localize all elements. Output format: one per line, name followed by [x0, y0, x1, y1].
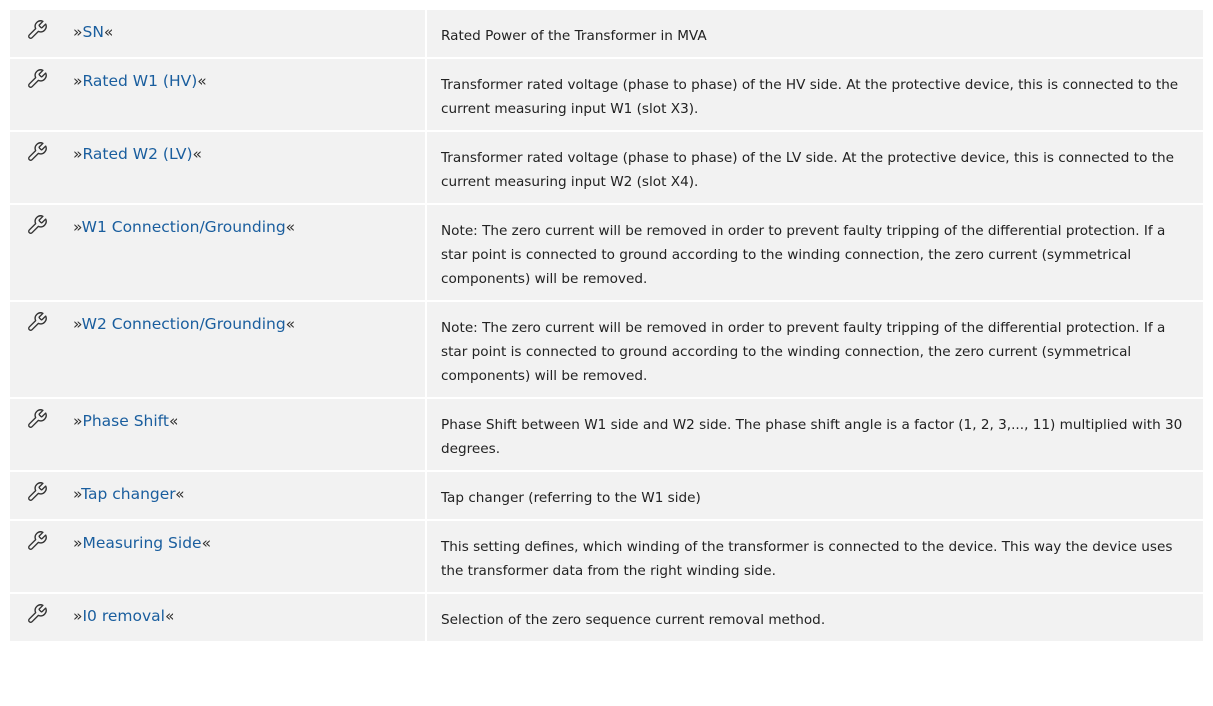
guillemet-close: « [103, 23, 114, 41]
parameter-description: This setting defines, which winding of t… [441, 539, 1173, 579]
table-row: »Rated W1 (HV)« Transformer rated voltag… [10, 59, 1203, 130]
description-cell: Phase Shift between W1 side and W2 side.… [427, 399, 1203, 470]
icon-cell [10, 472, 64, 519]
parameter-name: »Rated W1 (HV)« [64, 59, 425, 91]
parameter-description: Note: The zero current will be removed i… [441, 320, 1166, 384]
guillemet-open: » [73, 485, 82, 503]
table-row: »Tap changer« Tap changer (referring to … [10, 472, 1203, 519]
guillemet-open: » [73, 218, 82, 236]
guillemet-close: « [164, 607, 175, 625]
description-cell: Rated Power of the Transformer in MVA [427, 10, 1203, 57]
parameter-link[interactable]: SN [82, 23, 103, 41]
parameter-description: Note: The zero current will be removed i… [441, 223, 1166, 287]
parameter-name-cell: »Rated W2 (LV)« [64, 132, 427, 203]
parameter-name-cell: »Phase Shift« [64, 399, 427, 470]
parameter-name-cell: »W1 Connection/Grounding« [64, 205, 427, 300]
parameter-link[interactable]: W1 Connection/Grounding [82, 218, 286, 236]
guillemet-close: « [175, 485, 185, 503]
parameter-link[interactable]: I0 removal [82, 607, 165, 625]
parameter-link[interactable]: Tap changer [81, 485, 175, 503]
parameter-name-cell: »SN« [64, 10, 427, 57]
parameter-name-cell: »Tap changer« [64, 472, 427, 519]
parameter-name: »Measuring Side« [64, 521, 425, 553]
table-row: »W2 Connection/Grounding« Note: The zero… [10, 302, 1203, 397]
guillemet-close: « [192, 145, 203, 163]
parameter-name: »Tap changer« [64, 472, 425, 504]
description-cell: Note: The zero current will be removed i… [427, 205, 1203, 300]
parameter-name: »SN« [64, 10, 425, 42]
parameter-name-cell: »Measuring Side« [64, 521, 427, 592]
wrench-icon [26, 530, 48, 552]
parameter-name-cell: »W2 Connection/Grounding« [64, 302, 427, 397]
parameter-name: »W2 Connection/Grounding« [64, 302, 425, 334]
icon-cell [10, 302, 64, 397]
guillemet-close: « [197, 72, 207, 90]
icon-cell [10, 205, 64, 300]
parameter-name-cell: »I0 removal« [64, 594, 427, 641]
parameter-name: »Phase Shift« [64, 399, 425, 431]
table-row: »I0 removal« Selection of the zero seque… [10, 594, 1203, 641]
icon-cell [10, 594, 64, 641]
description-cell: Transformer rated voltage (phase to phas… [427, 132, 1203, 203]
parameter-link[interactable]: Rated W2 (LV) [82, 145, 192, 163]
icon-cell [10, 399, 64, 470]
parameter-description: Rated Power of the Transformer in MVA [441, 28, 707, 44]
wrench-icon [26, 68, 48, 90]
parameter-link[interactable]: Phase Shift [82, 412, 168, 430]
guillemet-close: « [285, 315, 296, 333]
guillemet-close: « [285, 218, 296, 236]
parameter-description: Transformer rated voltage (phase to phas… [441, 77, 1179, 117]
parameter-description: Phase Shift between W1 side and W2 side.… [441, 417, 1183, 457]
description-cell: Note: The zero current will be removed i… [427, 302, 1203, 397]
parameter-table-body: »SN« Rated Power of the Transformer in M… [10, 10, 1203, 641]
icon-cell [10, 521, 64, 592]
description-cell: Tap changer (referring to the W1 side) [427, 472, 1203, 519]
parameter-link[interactable]: Rated W1 (HV) [82, 72, 197, 90]
guillemet-open: » [73, 315, 82, 333]
wrench-icon [26, 603, 48, 625]
parameter-description: Selection of the zero sequence current r… [441, 612, 826, 628]
wrench-icon [26, 19, 48, 41]
description-cell: This setting defines, which winding of t… [427, 521, 1203, 592]
table-row: »Rated W2 (LV)« Transformer rated voltag… [10, 132, 1203, 203]
parameter-link[interactable]: W2 Connection/Grounding [82, 315, 286, 333]
guillemet-close: « [168, 412, 179, 430]
table-row: »Phase Shift« Phase Shift between W1 sid… [10, 399, 1203, 470]
parameter-link[interactable]: Measuring Side [82, 534, 201, 552]
parameter-name: »W1 Connection/Grounding« [64, 205, 425, 237]
parameter-name: »Rated W2 (LV)« [64, 132, 425, 164]
table-row: »W1 Connection/Grounding« Note: The zero… [10, 205, 1203, 300]
wrench-icon [26, 214, 48, 236]
parameter-name: »I0 removal« [64, 594, 425, 626]
wrench-icon [26, 141, 48, 163]
parameter-name-cell: »Rated W1 (HV)« [64, 59, 427, 130]
table-row: »SN« Rated Power of the Transformer in M… [10, 10, 1203, 57]
parameter-table: »SN« Rated Power of the Transformer in M… [10, 8, 1203, 643]
icon-cell [10, 59, 64, 130]
guillemet-close: « [201, 534, 212, 552]
icon-cell [10, 10, 64, 57]
wrench-icon [26, 408, 48, 430]
icon-cell [10, 132, 64, 203]
description-cell: Transformer rated voltage (phase to phas… [427, 59, 1203, 130]
description-cell: Selection of the zero sequence current r… [427, 594, 1203, 641]
wrench-icon [26, 481, 48, 503]
parameter-description: Tap changer (referring to the W1 side) [441, 490, 701, 506]
table-row: »Measuring Side« This setting defines, w… [10, 521, 1203, 592]
parameter-description: Transformer rated voltage (phase to phas… [441, 150, 1175, 190]
wrench-icon [26, 311, 48, 333]
